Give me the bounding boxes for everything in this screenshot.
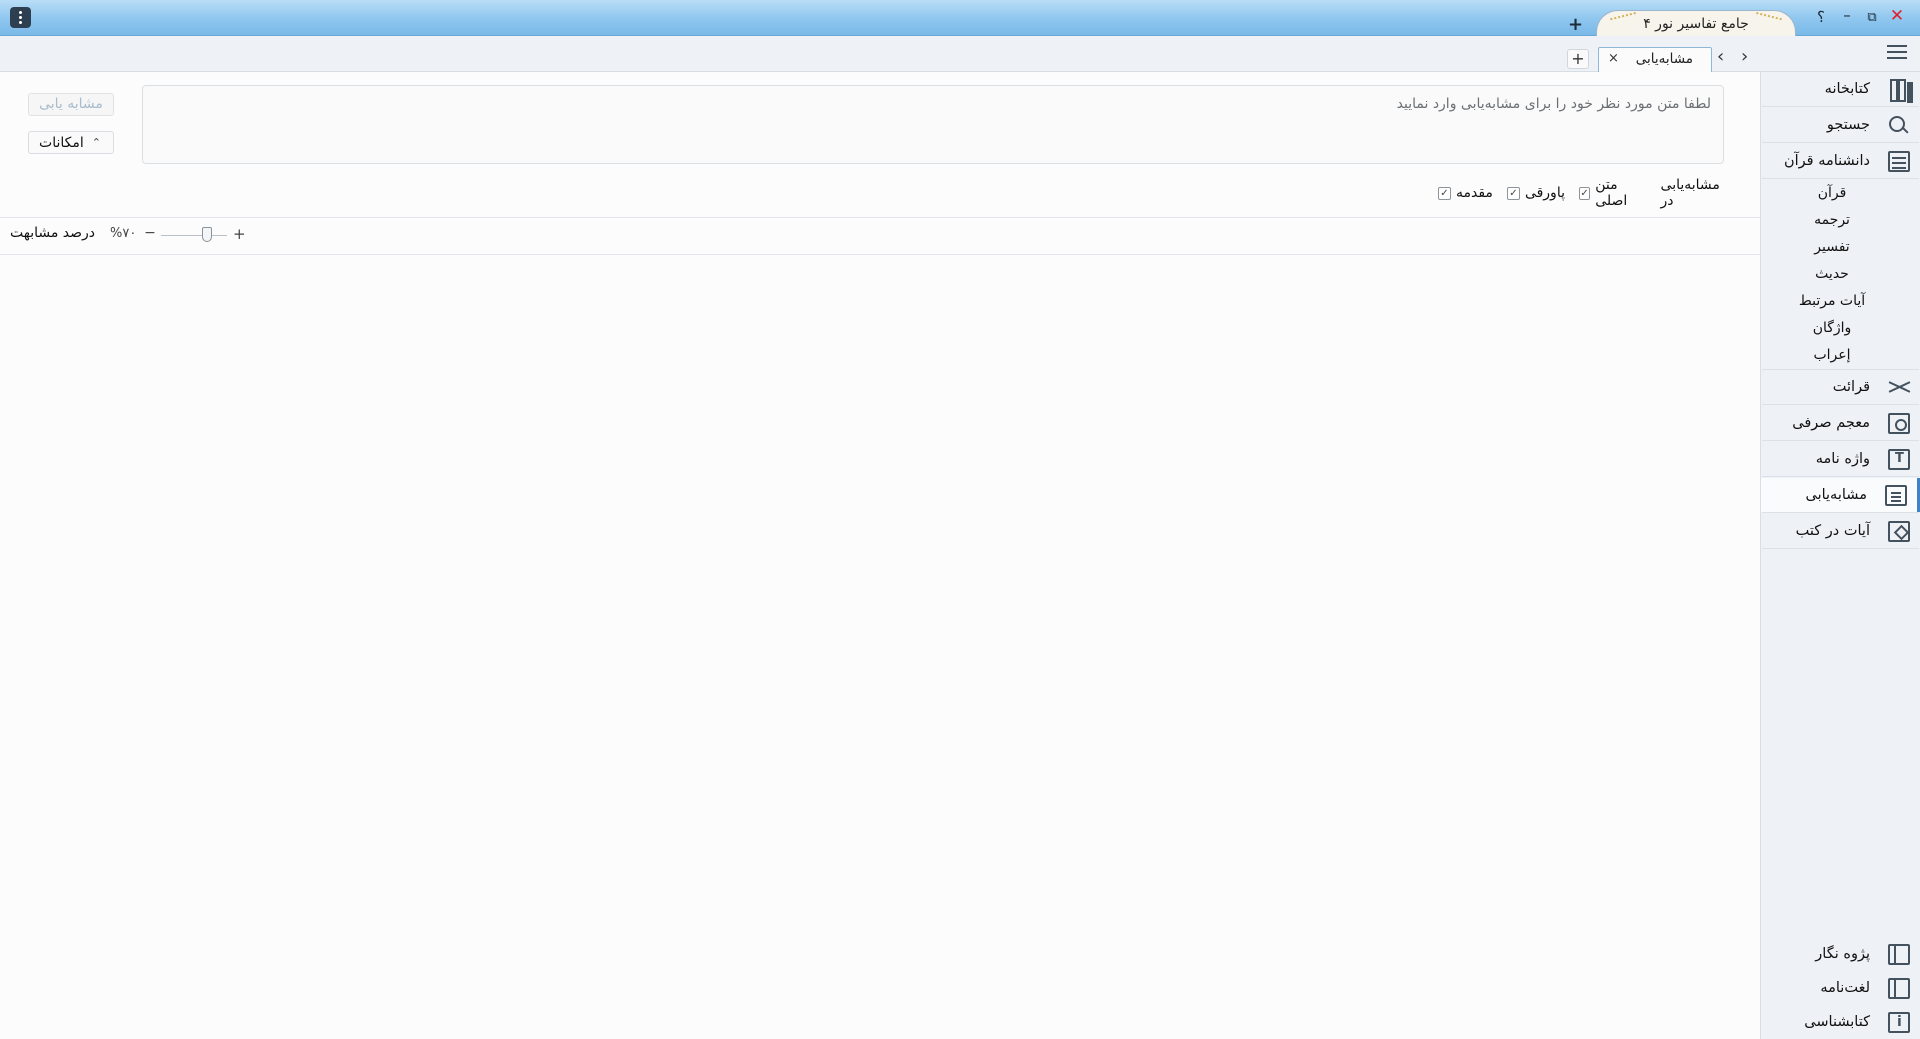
divider <box>1762 512 1919 513</box>
find-similar-button[interactable]: مشابه یابی <box>28 93 114 116</box>
encyclopedia-icon <box>1888 151 1910 172</box>
checkbox-checked-icon[interactable]: ✓ <box>1506 186 1520 200</box>
sidebar-item-qiraat[interactable]: قرائت <box>1761 370 1920 404</box>
similarity-label: درصد مشابهت <box>10 225 96 241</box>
sidebar-item-label: آیات در کتب <box>1795 523 1870 539</box>
filter-title: مشابه‌یابی در <box>1660 177 1720 209</box>
close-window-button[interactable]: ✕ <box>1888 6 1906 26</box>
sidebar-item-label: جستجو <box>1826 117 1870 133</box>
minimize-button[interactable]: – <box>1838 6 1856 24</box>
divider <box>0 254 1760 255</box>
help-button[interactable]: ؟ <box>1812 8 1830 26</box>
tab-label: مشابه‌یابی <box>1635 51 1693 67</box>
sidebar-item-library[interactable]: کتابخانه <box>1761 72 1920 106</box>
similarity-slider-handle[interactable] <box>202 227 212 242</box>
add-tab-button[interactable]: + <box>1567 49 1589 69</box>
similarity-increase-button[interactable]: + <box>233 225 246 243</box>
window-tab-title: جامع تفاسیر نور ۴ <box>1643 16 1749 32</box>
library-icon <box>1888 79 1910 102</box>
filter-row: مشابه‌یابی در متن اصلی ✓ پاورقی ✓ مقدمه … <box>1430 177 1726 209</box>
filter-label: پاورقی <box>1524 185 1565 201</box>
options-button[interactable]: امکانات ⌃ <box>28 131 114 154</box>
chevron-left-icon[interactable]: ‹ <box>1717 46 1724 67</box>
filter-main-text[interactable]: متن اصلی ✓ <box>1578 177 1645 209</box>
sidebar-item-label: واژه نامه <box>1815 451 1870 467</box>
similarity-value: %۷۰ <box>110 226 137 241</box>
sidebar-subitem-tafsir[interactable]: تفسیر <box>1761 234 1903 260</box>
sidebar-item-label: لغت‌نامه <box>1820 980 1870 996</box>
divider <box>0 217 1760 218</box>
sidebar-subitem-quran[interactable]: قرآن <box>1761 180 1903 206</box>
bibliography-icon <box>1888 1012 1910 1033</box>
search-placeholder: لطفا متن مورد نظر خود را برای مشابه‌یابی… <box>1396 96 1711 112</box>
sidebar-item-label: پژوه نگار <box>1815 946 1870 962</box>
search-icon <box>1888 115 1910 136</box>
divider <box>1762 548 1919 549</box>
more-vertical-icon <box>19 11 22 24</box>
sidebar-item-similarity[interactable]: مشابه‌یابی <box>1761 478 1920 512</box>
sidebar-item-label: معجم صرفی <box>1792 415 1870 431</box>
similarity-icon <box>1885 485 1907 506</box>
divider <box>1762 178 1919 179</box>
tab-similarity[interactable]: مشابه‌یابی × <box>1598 47 1712 72</box>
sidebar-item-label: مشابه‌یابی <box>1805 487 1867 503</box>
divider <box>1762 476 1919 477</box>
filter-footnote[interactable]: پاورقی ✓ <box>1506 185 1565 201</box>
tab-close-icon[interactable]: × <box>1608 51 1619 66</box>
verses-in-books-icon <box>1888 521 1910 542</box>
sidebar-item-bibliography[interactable]: کتابشناسی <box>1761 1005 1920 1039</box>
sidebar-item-verses-in-books[interactable]: آیات در کتب <box>1761 514 1920 548</box>
checkbox-checked-icon[interactable]: ✓ <box>1578 186 1591 200</box>
sidebar-item-label: کتابخانه <box>1824 81 1870 97</box>
qiraat-icon <box>1888 377 1910 398</box>
sidebar-item-search[interactable]: جستجو <box>1761 108 1920 142</box>
sidebar-subitem-related-verses[interactable]: آیات مرتبط <box>1761 288 1903 314</box>
research-notes-icon <box>1888 944 1910 965</box>
divider <box>1762 142 1919 143</box>
divider <box>1762 106 1919 107</box>
checkbox-checked-icon[interactable]: ✓ <box>1438 186 1451 200</box>
options-label: امکانات <box>39 134 84 151</box>
dictionary-icon <box>1888 978 1910 999</box>
chevron-right-icon[interactable]: › <box>1741 46 1748 67</box>
filter-introduction[interactable]: مقدمه ✓ <box>1438 185 1493 201</box>
hamburger-menu-icon[interactable] <box>1887 45 1907 63</box>
sidebar-subitem-vocabulary[interactable]: واژگان <box>1761 315 1903 341</box>
sidebar-subitem-translation[interactable]: ترجمه <box>1761 207 1903 233</box>
divider <box>1762 404 1919 405</box>
sidebar-item-label: قرائت <box>1832 379 1870 395</box>
morphology-icon <box>1888 413 1910 434</box>
sidebar-subitem-irab[interactable]: إعراب <box>1761 342 1903 368</box>
window-tab[interactable]: جامع تفاسیر نور ۴ <box>1596 10 1796 37</box>
sidebar-item-glossary[interactable]: واژه نامه <box>1761 442 1920 476</box>
chevron-up-icon: ⌃ <box>91 136 101 149</box>
new-window-tab-button[interactable]: + <box>1568 14 1583 35</box>
filter-label: مقدمه <box>1456 185 1493 201</box>
sidebar-item-research-notes[interactable]: پژوه نگار <box>1761 937 1920 971</box>
glossary-icon <box>1888 449 1910 470</box>
similarity-decrease-button[interactable]: − <box>143 225 157 241</box>
filter-label: متن اصلی <box>1595 177 1628 209</box>
sidebar-item-label: دانشنامه قرآن <box>1783 153 1870 169</box>
sidebar-subitem-hadith[interactable]: حدیث <box>1761 261 1903 287</box>
sidebar-item-dictionary[interactable]: لغت‌نامه <box>1761 971 1920 1005</box>
search-input[interactable]: لطفا متن مورد نظر خود را برای مشابه‌یابی… <box>142 85 1724 164</box>
sidebar-item-morphology[interactable]: معجم صرفی <box>1761 406 1920 440</box>
restore-button[interactable]: ⧉ <box>1863 10 1881 25</box>
similarity-slider-track[interactable] <box>161 235 227 236</box>
app-menu-button[interactable] <box>10 7 31 28</box>
sidebar-item-label: کتابشناسی <box>1804 1014 1870 1030</box>
sidebar-item-quran-encyclopedia[interactable]: دانشنامه قرآن <box>1761 144 1920 178</box>
divider <box>1762 440 1919 441</box>
